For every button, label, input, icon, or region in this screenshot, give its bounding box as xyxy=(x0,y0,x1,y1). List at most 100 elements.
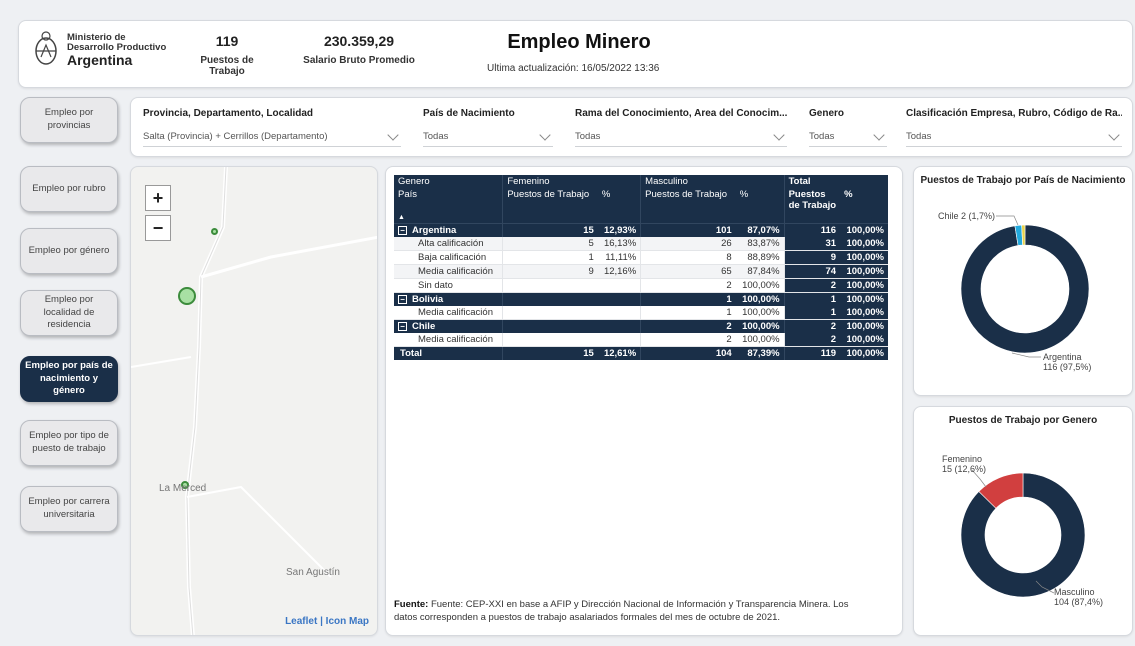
table-row[interactable]: Baja calificación 1 11,11% 8 88,89% 9 100,00% xyxy=(394,250,888,265)
table-total-row[interactable]: Total 15 12,61% 104 87,39% 119 100,00% xyxy=(394,346,888,360)
header-m-pct[interactable]: % xyxy=(736,188,784,224)
row-label: − Bolivia xyxy=(394,292,503,306)
cell-t-n: 2 xyxy=(783,319,841,333)
row-label-text: Media calificación xyxy=(418,334,493,345)
cell-t-p: 100,00% xyxy=(840,223,888,237)
row-label: Baja calificación xyxy=(394,250,503,265)
table-row[interactable]: Media calificación 9 12,16% 65 87,84% 74 100,0… xyxy=(394,264,888,279)
cell-f-p xyxy=(597,292,641,306)
row-label: Alta calificación xyxy=(394,237,503,251)
kpi-jobs-label: Puestos de Trabajo xyxy=(200,55,254,77)
filter-company-value: Todas xyxy=(906,131,932,142)
table-row[interactable]: Sin dato 2 100,00% 2 100,00% xyxy=(394,278,888,293)
header-femenino: Femenino xyxy=(502,175,641,188)
table-group-row[interactable]: − Bolivia 1 100,00% 1 100,00% xyxy=(394,292,888,306)
filter-birth-country: País de Nacimiento Todas xyxy=(423,108,553,147)
map-marker[interactable] xyxy=(178,287,196,305)
filter-birth-country-dropdown[interactable]: Todas xyxy=(423,127,553,147)
chevron-down-icon xyxy=(387,128,399,141)
cell-f-n: 15 xyxy=(502,346,598,360)
matrix-table: Genero Femenino Masculino Total País ▲ Pu… xyxy=(394,175,888,360)
nav-pais-genero-button[interactable]: Empleo por país de nacimiento y género xyxy=(20,356,118,402)
cell-f-n: 1 xyxy=(502,250,598,265)
cell-f-n xyxy=(502,306,598,320)
map-panel[interactable]: + − La Merced San Agustín Leaflet | Icon… xyxy=(130,166,378,636)
cell-m-p: 83,87% xyxy=(735,237,785,251)
header-f-puestos[interactable]: Puestos de Trabajo xyxy=(502,188,598,224)
nav-provincias-button[interactable]: Empleo por provincias xyxy=(20,97,118,143)
header-f-pct[interactable]: % xyxy=(598,188,641,224)
chevron-down-icon xyxy=(773,128,785,141)
cell-m-p: 100,00% xyxy=(735,292,785,306)
filter-location-dropdown[interactable]: Salta (Provincia) + Cerrillos (Departame… xyxy=(143,127,401,147)
cell-f-p: 12,16% xyxy=(597,264,641,279)
row-label: − Chile xyxy=(394,319,503,333)
leader-line xyxy=(996,215,1019,226)
cell-t-n: 119 xyxy=(783,346,841,360)
row-label-text: Total xyxy=(400,348,422,359)
row-label-text: Argentina xyxy=(412,225,457,236)
cell-m-n: 1 xyxy=(640,306,736,320)
filter-birth-country-value: Todas xyxy=(423,131,449,142)
cell-t-n: 9 xyxy=(783,250,841,265)
filter-company-dropdown[interactable]: Todas xyxy=(906,127,1122,147)
cell-f-n: 9 xyxy=(502,264,598,279)
row-label: Media calificación xyxy=(394,333,503,347)
filter-company: Clasificación Empresa, Rubro, Código de … xyxy=(906,108,1122,147)
table-group-row[interactable]: − Argentina 15 12,93% 101 87,07% 116 100,00% xyxy=(394,223,888,237)
row-label-text: Bolivia xyxy=(412,294,444,305)
cell-f-n xyxy=(502,292,598,306)
data-label-chile: Chile 2 (1,7%) xyxy=(938,211,995,221)
table-row[interactable]: Media calificación 1 100,00% 1 100,00% xyxy=(394,306,888,320)
map-marker[interactable] xyxy=(211,228,218,235)
nav-rubro-button[interactable]: Empleo por rubro xyxy=(20,166,118,212)
row-label: − Argentina xyxy=(394,223,503,237)
cell-f-p: 11,11% xyxy=(597,250,641,265)
cell-m-n: 101 xyxy=(640,223,736,237)
cell-t-n: 31 xyxy=(783,237,841,251)
nav-localidad-button[interactable]: Empleo por localidad de residencia xyxy=(20,290,118,336)
collapse-icon[interactable]: − xyxy=(398,321,407,331)
filter-gender-value: Todas xyxy=(809,131,835,142)
cell-m-n: 1 xyxy=(640,292,736,306)
cell-t-p: 100,00% xyxy=(840,333,888,347)
filter-knowledge: Rama del Conocimiento, Area del Conocim.… xyxy=(575,108,787,147)
nav-genero-button[interactable]: Empleo por género xyxy=(20,228,118,274)
cell-t-p: 100,00% xyxy=(840,319,888,333)
cell-f-p xyxy=(597,306,641,320)
cell-t-n: 74 xyxy=(783,264,841,279)
filter-location-value: Salta (Provincia) + Cerrillos (Departame… xyxy=(143,131,328,142)
nav-carrera-button[interactable]: Empleo por carrera universitaria xyxy=(20,486,118,532)
cell-f-n: 5 xyxy=(502,237,598,251)
row-label-text: Alta calificación xyxy=(418,238,484,249)
zoom-out-button[interactable]: − xyxy=(145,215,171,241)
nav-tipo-puesto-button[interactable]: Empleo por tipo de puesto de trabajo xyxy=(20,420,118,466)
cell-t-n: 116 xyxy=(783,223,841,237)
header-t-puestos[interactable]: Puestos de Trabajo xyxy=(783,188,841,224)
cell-f-p xyxy=(597,278,641,293)
filter-knowledge-dropdown[interactable]: Todas xyxy=(575,127,787,147)
cell-t-p: 100,00% xyxy=(840,346,888,360)
row-label-text: Sin dato xyxy=(418,280,453,291)
donut-country-card: Puestos de Trabajo por País de Nacimient… xyxy=(913,166,1133,396)
header-m-puestos[interactable]: Puestos de Trabajo xyxy=(640,188,736,224)
row-label: Media calificación xyxy=(394,264,503,279)
table-row[interactable]: Media calificación 2 100,00% 2 100,00% xyxy=(394,333,888,347)
table-row[interactable]: Alta calificación 5 16,13% 26 83,87% 31 100,00… xyxy=(394,237,888,251)
zoom-in-button[interactable]: + xyxy=(145,185,171,211)
cell-m-p: 100,00% xyxy=(735,333,785,347)
kpi-jobs: 119 Puestos de Trabajo xyxy=(187,33,267,77)
header-pais[interactable]: País ▲ xyxy=(394,188,503,224)
collapse-icon[interactable]: − xyxy=(398,225,407,235)
cell-t-p: 100,00% xyxy=(840,264,888,279)
header-t-pct[interactable]: % xyxy=(840,188,888,224)
filter-birth-country-label: País de Nacimiento xyxy=(423,108,515,119)
collapse-icon[interactable]: − xyxy=(398,294,407,304)
header-bar: Ministerio de Desarrollo Productivo Arge… xyxy=(18,20,1133,88)
matrix-panel: Genero Femenino Masculino Total País ▲ Pu… xyxy=(385,166,903,636)
table-group-row[interactable]: − Chile 2 100,00% 2 100,00% xyxy=(394,319,888,333)
map-attribution-link[interactable]: Leaflet | Icon Map xyxy=(285,616,369,627)
kpi-salary-value: 230.359,29 xyxy=(323,33,395,49)
filter-bar: Provincia, Departamento, Localidad Salta… xyxy=(130,97,1133,157)
filter-gender-dropdown[interactable]: Todas xyxy=(809,127,887,147)
